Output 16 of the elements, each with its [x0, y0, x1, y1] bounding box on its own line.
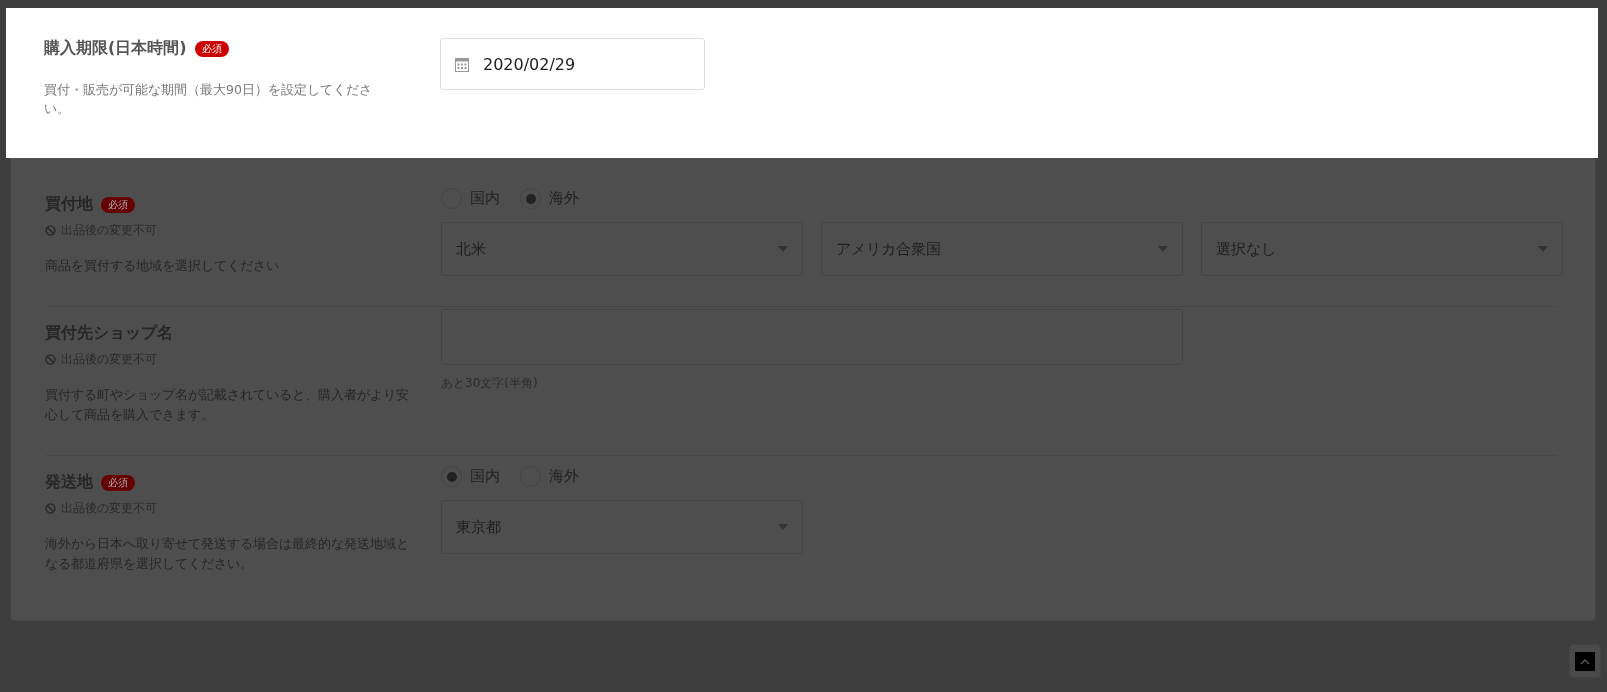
prohibited-icon	[45, 503, 56, 514]
caret-icon	[1538, 246, 1548, 252]
caret-icon	[778, 246, 788, 252]
prohibited-icon	[45, 354, 56, 365]
field-label: 購入期限(日本時間)	[44, 38, 187, 59]
required-badge: 必須	[101, 196, 135, 213]
date-field[interactable]: 2020/02/29	[440, 38, 705, 90]
required-badge: 必須	[101, 474, 135, 491]
required-badge: 必須	[194, 40, 229, 57]
prohibited-icon	[45, 225, 56, 236]
caret-icon	[778, 524, 788, 530]
field-description: 買付・販売が可能な期間（最大90日）を設定してください。	[44, 81, 373, 118]
calendar-icon	[455, 56, 469, 72]
caret-icon	[1158, 246, 1168, 252]
chevron-up-icon	[1575, 651, 1595, 671]
back-to-top-button[interactable]	[1569, 644, 1601, 678]
